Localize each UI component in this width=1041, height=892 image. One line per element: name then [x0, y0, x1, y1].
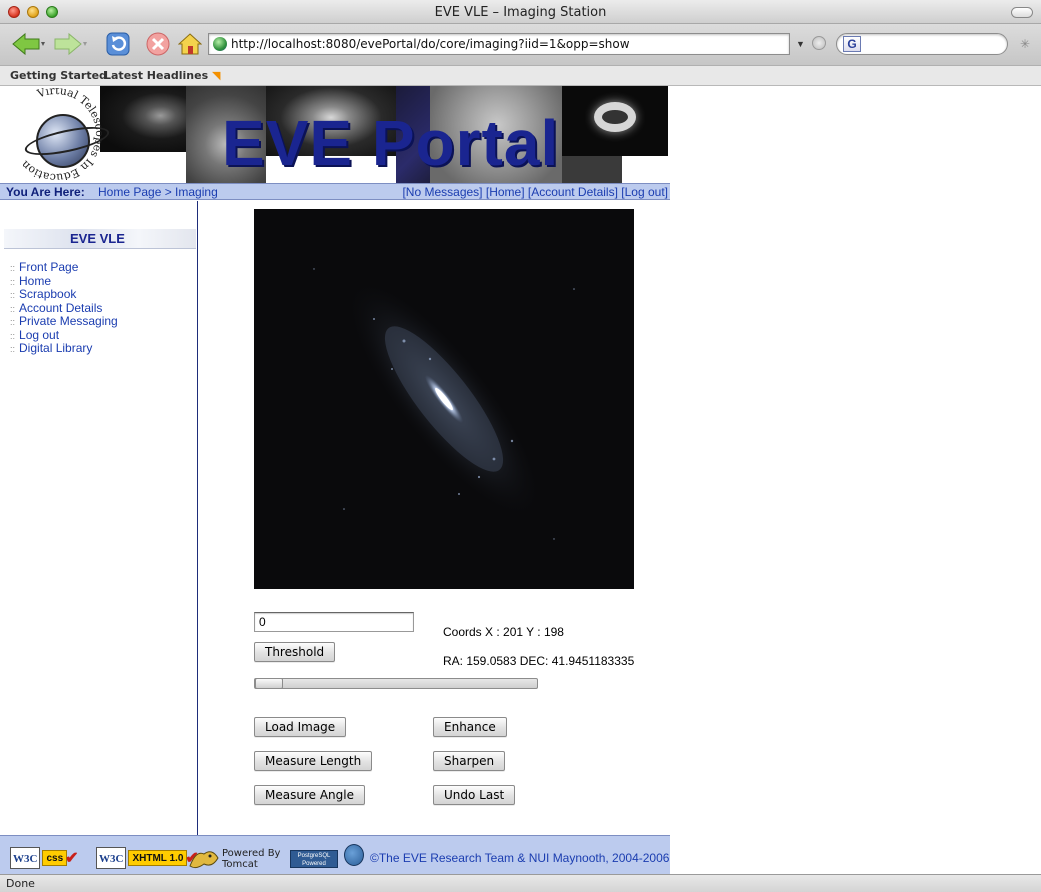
galaxy-image-canvas[interactable] — [254, 209, 634, 589]
bullet-icon: :: — [10, 330, 16, 341]
coords-readout: Coords X : 201 Y : 198 — [443, 625, 564, 639]
page-content: Virtual Telescopes In Education EVE Port… — [0, 86, 1041, 874]
go-button-icon[interactable] — [812, 36, 826, 50]
browser-statusbar: Done — [0, 874, 1041, 892]
ring-nebula-shape — [594, 102, 636, 132]
w3c-xhtml-label: W3C — [96, 847, 127, 869]
sidebar-item-private-messaging[interactable]: :: Private Messaging — [10, 315, 118, 329]
sidebar: EVE VLE :: Front Page :: Home :: Scrapbook … — [0, 201, 198, 835]
url-input[interactable]: http://localhost:8080/evePortal/do/core/… — [208, 33, 790, 55]
reload-icon — [106, 32, 130, 56]
stop-icon — [146, 32, 170, 56]
css-chip: css — [42, 850, 68, 866]
w3c-xhtml-badge[interactable]: W3C XHTML 1.0 ✔ — [96, 846, 199, 870]
powered-by-label: Powered By — [222, 848, 281, 859]
site-footer: W3C css ✔ W3C XHTML 1.0 ✔ Powered By Tom… — [0, 835, 670, 874]
window-title: EVE VLE – Imaging Station — [434, 5, 607, 20]
threshold-button[interactable]: Threshold — [254, 642, 336, 662]
reload-button[interactable] — [104, 29, 132, 59]
sidebar-nav: :: Front Page :: Home :: Scrapbook :: Accoun… — [10, 261, 118, 356]
sidebar-item-scrapbook[interactable]: :: Scrapbook — [10, 288, 118, 302]
checkmark-icon: ✔ — [65, 850, 79, 867]
measure-angle-button[interactable]: Measure Angle — [254, 785, 365, 805]
sidebar-item-label: Digital Library — [19, 341, 93, 355]
account-details-link[interactable]: [Account Details] — [528, 185, 618, 199]
site-logo: Virtual Telescopes In Education — [10, 88, 112, 180]
bullet-icon: :: — [10, 344, 16, 354]
threshold-slider-thumb[interactable] — [255, 678, 283, 689]
sidebar-item-home[interactable]: :: Home — [10, 273, 118, 289]
sidebar-item-account-details[interactable]: :: Account Details — [10, 300, 118, 316]
bullet-icon: :: — [10, 290, 16, 300]
activity-spinner-icon: ✳ — [1020, 37, 1031, 51]
tomcat-label: Tomcat — [222, 859, 258, 870]
postgresql-badge[interactable]: PostgreSQL Powered — [290, 850, 338, 868]
logout-link[interactable]: [Log out] — [621, 185, 668, 199]
measure-length-button[interactable]: Measure Length — [254, 751, 373, 771]
site-header: Virtual Telescopes In Education EVE Port… — [0, 86, 670, 183]
stop-button[interactable] — [144, 29, 172, 59]
google-search-engine-icon[interactable]: G — [843, 36, 861, 52]
url-history-dropdown-icon[interactable]: ▼ — [796, 39, 805, 49]
threshold-slider[interactable] — [254, 678, 538, 689]
imaging-panel: Coords X : 201 Y : 198 Threshold RA: 159… — [199, 201, 670, 835]
sidebar-item-log-out[interactable]: :: Log out — [10, 327, 118, 343]
sidebar-item-front-page[interactable]: :: Front Page — [10, 261, 118, 275]
sharpen-button[interactable]: Sharpen — [433, 751, 506, 771]
tomcat-icon[interactable] — [188, 844, 220, 870]
bullet-icon: :: — [10, 263, 16, 273]
window-titlebar: EVE VLE – Imaging Station — [0, 0, 1041, 24]
breadcrumb-label: You Are Here: — [6, 185, 85, 199]
portal-title: EVE Portal — [222, 107, 560, 179]
back-button[interactable] — [10, 29, 46, 59]
home-icon — [178, 33, 202, 55]
home-button[interactable] — [176, 29, 204, 59]
toolbar-toggle-button[interactable] — [1011, 7, 1033, 18]
home-link[interactable]: [Home] — [486, 185, 525, 199]
sidebar-item-label: Account Details — [19, 300, 103, 315]
sidebar-item-digital-library[interactable]: :: Digital Library — [10, 342, 118, 356]
load-image-button[interactable]: Load Image — [254, 717, 347, 737]
search-input[interactable]: G — [836, 33, 1008, 55]
bookmarks-bar: Getting Started Latest Headlines ◥ — [0, 66, 1041, 86]
status-text: Done — [6, 877, 35, 890]
banner-dark-strip — [562, 156, 622, 183]
rss-feed-icon: ◥ — [208, 69, 221, 82]
breadcrumb-bar: You Are Here: Home Page > Imaging [No Me… — [0, 183, 670, 200]
url-text: http://localhost:8080/evePortal/do/core/… — [231, 37, 630, 51]
breadcrumb-path[interactable]: Home Page > Imaging — [98, 185, 218, 199]
copyright-text: ©The EVE Research Team & NUI Maynooth, 2… — [370, 851, 670, 865]
postgresql-elephant-icon — [344, 844, 364, 866]
w3c-css-badge[interactable]: W3C css ✔ — [10, 846, 79, 870]
bullet-icon: :: — [10, 303, 16, 314]
top-nav-links: [No Messages] [Home] [Account Details] [… — [402, 185, 668, 199]
forward-button[interactable] — [52, 29, 88, 59]
banner-ring-nebula-image — [562, 86, 668, 156]
bookmark-latest-headlines-label: Latest Headlines — [104, 69, 209, 82]
bullet-icon: :: — [10, 276, 16, 287]
enhance-button[interactable]: Enhance — [433, 717, 507, 737]
bookmark-getting-started[interactable]: Getting Started — [10, 69, 107, 82]
sidebar-item-label: Log out — [19, 327, 60, 342]
sidebar-item-label: Scrapbook — [19, 287, 77, 301]
galaxy-image — [313, 268, 575, 540]
browser-toolbar: http://localhost:8080/evePortal/do/core/… — [0, 24, 1041, 66]
forward-arrow-icon — [54, 32, 87, 56]
bullet-icon: :: — [10, 317, 16, 327]
xhtml-chip: XHTML 1.0 — [128, 850, 188, 866]
tomcat-badge[interactable]: Powered By Tomcat — [222, 848, 280, 870]
back-arrow-icon — [12, 32, 45, 56]
sidebar-header: EVE VLE — [4, 229, 196, 249]
no-messages-link[interactable]: [No Messages] — [402, 185, 482, 199]
bookmark-latest-headlines[interactable]: Latest Headlines ◥ — [104, 69, 220, 82]
sidebar-title: EVE VLE — [70, 231, 125, 246]
ra-dec-readout: RA: 159.0583 DEC: 41.9451183335 — [443, 654, 635, 668]
sidebar-item-label: Front Page — [19, 260, 79, 274]
threshold-input[interactable] — [254, 612, 414, 632]
undo-last-button[interactable]: Undo Last — [433, 785, 516, 805]
sidebar-item-label: Home — [19, 273, 52, 288]
w3c-css-label: W3C — [10, 847, 41, 869]
globe-icon — [213, 37, 227, 51]
sidebar-item-label: Private Messaging — [19, 314, 118, 328]
